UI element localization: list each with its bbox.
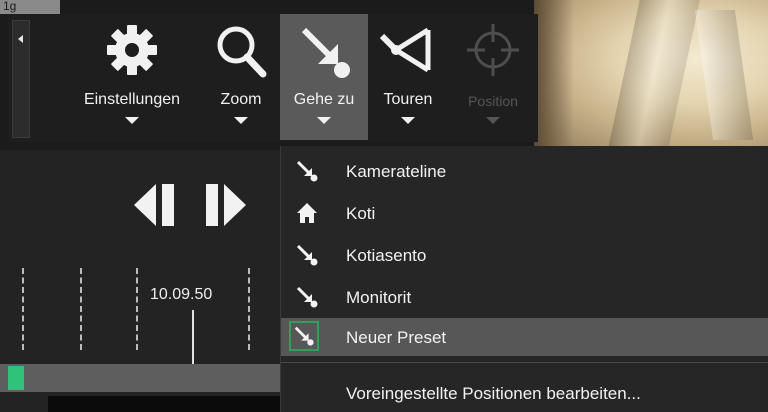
crosshair-icon — [453, 22, 533, 82]
magnifier-icon — [203, 22, 279, 82]
tour-icon — [370, 22, 446, 82]
menu-item-label: Koti — [346, 204, 376, 223]
menu-item-label: Kotiasento — [346, 246, 427, 265]
settings-label: Einstellungen — [83, 91, 181, 108]
timeline-marker[interactable] — [8, 366, 24, 390]
goto-arrow-icon — [295, 159, 319, 183]
chevron-down-icon — [401, 117, 415, 124]
gear-icon — [62, 22, 202, 82]
menu-item-kotiasento[interactable]: Kotiasento — [281, 236, 768, 274]
timeline-tick — [22, 268, 24, 350]
menu-item-label: Voreingestellte Positionen bearbeiten... — [346, 384, 641, 403]
window-strip: 1g — [0, 0, 60, 14]
goto-arrow-icon — [295, 285, 319, 309]
zoom-label: Zoom — [220, 91, 262, 108]
menu-item-neuer-preset[interactable]: Neuer Preset — [281, 318, 768, 356]
position-label: Position — [468, 93, 518, 109]
step-forward-icon — [206, 184, 246, 226]
goto-label: Gehe zu — [293, 91, 355, 108]
timeline-tick — [248, 268, 250, 350]
settings-button[interactable]: Einstellungen — [62, 14, 202, 140]
tours-button[interactable]: Touren — [370, 14, 446, 140]
timeline-tick — [80, 268, 82, 350]
menu-item-monitorit[interactable]: Monitorit — [281, 278, 768, 316]
home-icon — [295, 201, 319, 225]
chevron-left-icon — [18, 35, 23, 43]
chevron-down-icon — [486, 117, 500, 124]
timeline-bar[interactable] — [0, 364, 280, 392]
chevron-down-icon — [234, 117, 248, 124]
goto-arrow-icon — [289, 321, 319, 351]
menu-item-koti[interactable]: Koti — [281, 194, 768, 232]
goto-button[interactable]: Gehe zu — [280, 14, 368, 140]
zoom-button[interactable]: Zoom — [203, 14, 279, 140]
playback-panel: 10.09.50 — [0, 150, 280, 412]
chevron-down-icon — [125, 117, 139, 124]
menu-item-label: Kamerateline — [346, 162, 447, 181]
menu-item-label: Monitorit — [346, 288, 412, 307]
menu-item-edit-presets[interactable]: Voreingestellte Positionen bearbeiten... — [281, 374, 768, 412]
ptz-toolbar: Einstellungen Zoom Gehe zu Touren Positi… — [8, 14, 538, 142]
tours-label: Touren — [383, 91, 433, 108]
chevron-down-icon — [317, 117, 331, 124]
timeline-time-label: 10.09.50 — [150, 286, 213, 303]
goto-arrow-icon — [295, 243, 319, 267]
step-forward-button[interactable] — [200, 180, 250, 235]
menu-item-kamerateline[interactable]: Kamerateline — [281, 152, 768, 190]
collapse-toolbar-button[interactable] — [12, 20, 30, 138]
goto-dropdown-menu: Kamerateline Koti Kotiasento Monitorit N… — [280, 146, 768, 412]
timeline-footer — [48, 396, 280, 412]
camera-video — [534, 0, 768, 148]
timeline-tick — [136, 268, 138, 350]
position-button[interactable]: Position — [453, 14, 533, 140]
goto-arrow-icon — [280, 22, 368, 82]
menu-item-label: Neuer Preset — [346, 328, 447, 347]
step-back-icon — [134, 184, 174, 226]
window-strip-text: 1g — [3, 0, 17, 13]
step-back-button[interactable] — [130, 180, 180, 235]
menu-divider — [281, 362, 768, 363]
